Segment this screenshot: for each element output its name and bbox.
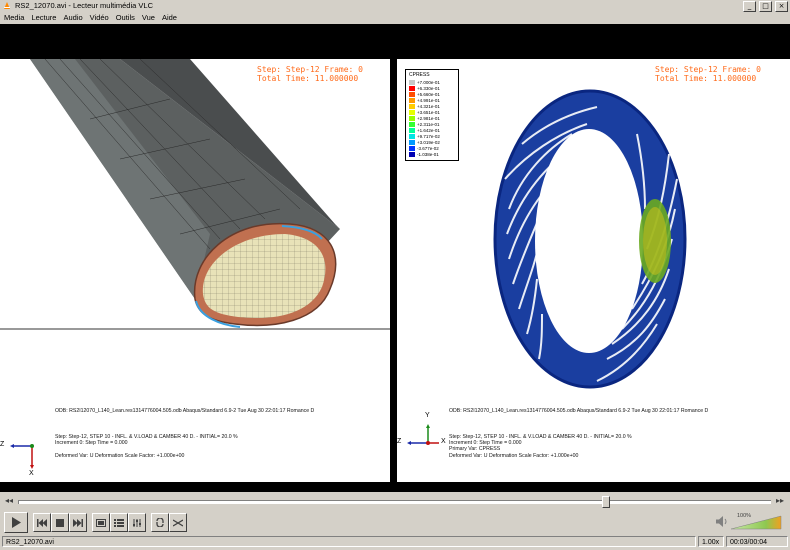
menu-aide[interactable]: Aide xyxy=(158,12,180,24)
cpress-legend: CPRESS +7.000e-01 +6.330e-01 +5.660e-01 +4.… xyxy=(405,69,459,161)
left-deformed: Deformed Var: U Deformation Scale Factor… xyxy=(55,453,185,459)
close-icon[interactable]: × xyxy=(775,1,788,12)
fullscreen-button[interactable] xyxy=(92,513,110,532)
menu-outils[interactable]: Outils xyxy=(112,12,138,24)
loop-button[interactable] xyxy=(151,513,169,532)
legend-swatch xyxy=(409,92,415,97)
legend-value: +3.651e-01 xyxy=(417,110,440,115)
volume-slider[interactable]: 100% xyxy=(730,513,783,530)
menu-lecture[interactable]: Lecture xyxy=(27,12,59,24)
playlist-button[interactable] xyxy=(110,513,128,532)
right-step-text: Step: Step-12 Frame: 0 xyxy=(655,65,761,74)
right-time-text: Total Time: 11.000000 xyxy=(655,74,757,83)
legend-swatch xyxy=(409,116,415,121)
playback-controls: 100% xyxy=(0,510,790,534)
next-button[interactable] xyxy=(69,513,87,532)
shuffle-icon xyxy=(173,518,183,527)
stop-button[interactable] xyxy=(51,513,69,532)
volume-label: 100% xyxy=(737,513,752,519)
right-deformed: Deformed Var: U Deformation Scale Factor… xyxy=(449,453,579,459)
legend-value: +7.000e-01 xyxy=(417,80,440,85)
left-increment: Increment 0: Step Time = 0.000 xyxy=(55,440,128,446)
legend-value: -1.038e-01 xyxy=(417,152,439,157)
legend-swatch xyxy=(409,134,415,139)
left-axis-z-label: Z xyxy=(0,441,5,448)
legend-swatch xyxy=(409,140,415,145)
playlist-icon xyxy=(114,518,124,527)
seek-track[interactable] xyxy=(18,500,771,504)
legend-value: +2.311e-01 xyxy=(417,122,440,127)
fullscreen-icon xyxy=(96,518,106,527)
legend-value: +9.717e-02 xyxy=(417,134,440,139)
loop-icon xyxy=(156,518,164,527)
legend-value: +5.660e-01 xyxy=(417,92,440,97)
left-time-text: Total Time: 11.000000 xyxy=(257,74,359,83)
seek-thumb[interactable] xyxy=(601,496,610,508)
legend-swatch xyxy=(409,128,415,133)
legend-swatch xyxy=(409,152,415,157)
window-title: RS2_12070.avi - Lecteur multimédia VLC xyxy=(15,1,153,10)
status-filename: RS2_12070.avi xyxy=(2,536,696,547)
stop-icon xyxy=(56,518,64,527)
shuffle-button[interactable] xyxy=(169,513,187,532)
right-axis-z-label: Z xyxy=(397,438,402,445)
legend-swatch xyxy=(409,110,415,115)
tire-section-render xyxy=(0,59,390,330)
seek-back-icon[interactable]: ◂◂ xyxy=(5,496,13,505)
legend-value: +4.321e-01 xyxy=(417,104,440,109)
right-simulation-view: CPRESS +7.000e-01 +6.330e-01 +5.660e-01 +4.… xyxy=(397,59,790,482)
menu-video[interactable]: Vidéo xyxy=(86,12,112,24)
right-axis-x-label: X xyxy=(441,438,446,445)
previous-icon xyxy=(37,518,47,527)
minimize-icon[interactable]: _ xyxy=(743,1,756,12)
seek-bar-area: ◂◂ ▸▸ xyxy=(0,492,790,510)
legend-swatch xyxy=(409,80,415,85)
right-odb-text: ODB: RS2I12070_L140_Lean.res1314776004.5… xyxy=(449,408,709,414)
menu-media[interactable]: Media xyxy=(0,12,27,24)
menu-bar: Media Lecture Audio Vidéo Outils Vue Aid… xyxy=(0,12,790,24)
maximize-icon[interactable]: □ xyxy=(759,1,772,12)
extended-settings-icon xyxy=(133,518,141,527)
legend-value: -3.677e-02 xyxy=(417,146,439,151)
previous-button[interactable] xyxy=(33,513,51,532)
menu-audio[interactable]: Audio xyxy=(59,12,85,24)
menu-vue[interactable]: Vue xyxy=(138,12,158,24)
right-axis-triad xyxy=(407,424,439,445)
seek-forward-icon[interactable]: ▸▸ xyxy=(776,496,784,505)
extended-settings-button[interactable] xyxy=(128,513,146,532)
left-simulation-view: Step: Step-12 Frame: 0 Total Time: 11.00… xyxy=(0,59,390,482)
left-odb-text: ODB: RS2I12070_L140_Lean.res1314776004.5… xyxy=(55,408,315,414)
vlc-cone-icon xyxy=(4,2,10,9)
legend-value: +3.019e-02 xyxy=(417,140,440,145)
legend-value: +2.981e-01 xyxy=(417,116,440,121)
legend-value: +4.991e-01 xyxy=(417,98,440,103)
left-axis-triad xyxy=(10,444,34,469)
left-step-text: Step: Step-12 Frame: 0 xyxy=(257,65,363,74)
volume-icon[interactable] xyxy=(716,516,728,527)
status-speed[interactable]: 1.00x xyxy=(698,536,724,547)
play-button[interactable] xyxy=(4,512,28,533)
right-primary: Primary Var: CPRESS xyxy=(449,446,501,452)
left-axis-x-label: X xyxy=(29,470,34,477)
status-time[interactable]: 00:03/00:04 xyxy=(726,536,788,547)
legend-swatch xyxy=(409,98,415,103)
right-axis-y-label: Y xyxy=(425,412,430,419)
video-area[interactable]: Step: Step-12 Frame: 0 Total Time: 11.00… xyxy=(0,24,790,492)
play-icon xyxy=(12,517,21,528)
title-bar: RS2_12070.avi - Lecteur multimédia VLC _… xyxy=(0,0,790,12)
legend-swatch xyxy=(409,146,415,151)
legend-swatch xyxy=(409,86,415,91)
legend-value: +6.330e-01 xyxy=(417,86,440,91)
next-icon xyxy=(73,518,83,527)
legend-swatch xyxy=(409,122,415,127)
legend-value: +1.642e-01 xyxy=(417,128,440,133)
legend-title: CPRESS xyxy=(409,72,430,78)
status-bar: RS2_12070.avi 1.00x 00:03/00:04 xyxy=(0,534,790,550)
legend-swatch xyxy=(409,104,415,109)
